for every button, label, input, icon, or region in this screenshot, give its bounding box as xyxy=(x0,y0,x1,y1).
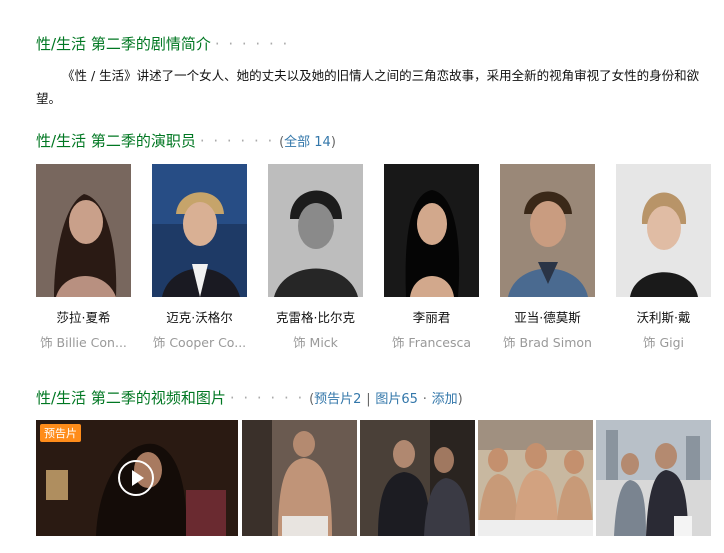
intro-heading-dots: · · · · · · xyxy=(214,35,290,53)
cast-name[interactable]: 李丽君 xyxy=(384,307,479,326)
cast-name[interactable]: 莎拉·夏希 xyxy=(36,307,131,326)
cast-heading: 性/生活 第二季的演职员 · · · · · · (全部 14) xyxy=(36,130,336,151)
cast-name[interactable]: 沃利斯·戴 xyxy=(616,307,711,326)
cast-photo[interactable] xyxy=(616,164,711,297)
cast-all-link[interactable]: 全部 14 xyxy=(284,135,331,150)
cast-role: 饰 Cooper Co... xyxy=(152,335,247,350)
media-close-paren: ) xyxy=(457,392,463,407)
synopsis-text: 《性 / 生活》讲述了一个女人、她的丈夫以及她的旧情人之间的三角恋故事，采用全新… xyxy=(36,68,700,106)
media-separator: · xyxy=(422,392,427,407)
intro-heading-text: 性/生活 第二季的剧情简介 xyxy=(36,35,211,53)
cast-role: 饰 Francesca xyxy=(391,335,472,350)
cast-photo[interactable] xyxy=(384,164,479,297)
trailer-badge: 预告片 xyxy=(40,424,81,442)
cast-name[interactable]: 克雷格·比尔克 xyxy=(268,307,363,326)
cast-photo[interactable] xyxy=(36,164,131,297)
play-icon[interactable] xyxy=(118,460,154,496)
cast-heading-dots: · · · · · · xyxy=(199,132,275,150)
cast-card[interactable]: 沃利斯·戴 饰 Gigi xyxy=(616,164,711,351)
cast-card[interactable]: 莎拉·夏希 饰 Billie Con... xyxy=(36,164,131,351)
cast-card[interactable]: 李丽君 饰 Francesca xyxy=(384,164,479,351)
cast-name[interactable]: 迈克·沃格尔 xyxy=(152,307,247,326)
media-heading: 性/生活 第二季的视频和图片 · · · · · · (预告片2 | 图片65 ·… xyxy=(36,387,463,408)
photo-thumbnail[interactable] xyxy=(596,420,711,536)
photo-thumbnail[interactable] xyxy=(242,420,357,536)
cast-card[interactable]: 克雷格·比尔克 饰 Mick xyxy=(268,164,363,351)
cast-photo[interactable] xyxy=(152,164,247,297)
photo-thumbnail[interactable] xyxy=(478,420,593,536)
add-link[interactable]: 添加 xyxy=(432,392,458,407)
cast-role: 饰 Brad Simon xyxy=(503,335,592,350)
cast-card[interactable]: 亚当·德莫斯 饰 Brad Simon xyxy=(500,164,595,351)
cast-photo[interactable] xyxy=(268,164,363,297)
cast-photo[interactable] xyxy=(500,164,595,297)
cast-name[interactable]: 亚当·德莫斯 xyxy=(500,307,595,326)
trailer-thumbnail[interactable]: 预告片 xyxy=(36,420,238,536)
media-heading-dots: · · · · · · xyxy=(229,389,305,407)
trailer-link[interactable]: 预告片2 xyxy=(314,392,361,407)
intro-heading: 性/生活 第二季的剧情简介 · · · · · · xyxy=(36,33,289,54)
media-separator: | xyxy=(366,392,371,407)
cast-role: 饰 Gigi xyxy=(642,335,685,350)
cast-all-close-paren: ) xyxy=(330,135,336,150)
cast-role: 饰 Billie Con... xyxy=(40,335,127,350)
cast-heading-text: 性/生活 第二季的演职员 xyxy=(36,132,196,150)
cast-card[interactable]: 迈克·沃格尔 饰 Cooper Co... xyxy=(152,164,247,351)
photos-link[interactable]: 图片65 xyxy=(375,392,418,407)
cast-role: 饰 Mick xyxy=(293,335,338,350)
media-heading-text: 性/生活 第二季的视频和图片 xyxy=(36,389,226,407)
photo-thumbnail[interactable] xyxy=(360,420,475,536)
